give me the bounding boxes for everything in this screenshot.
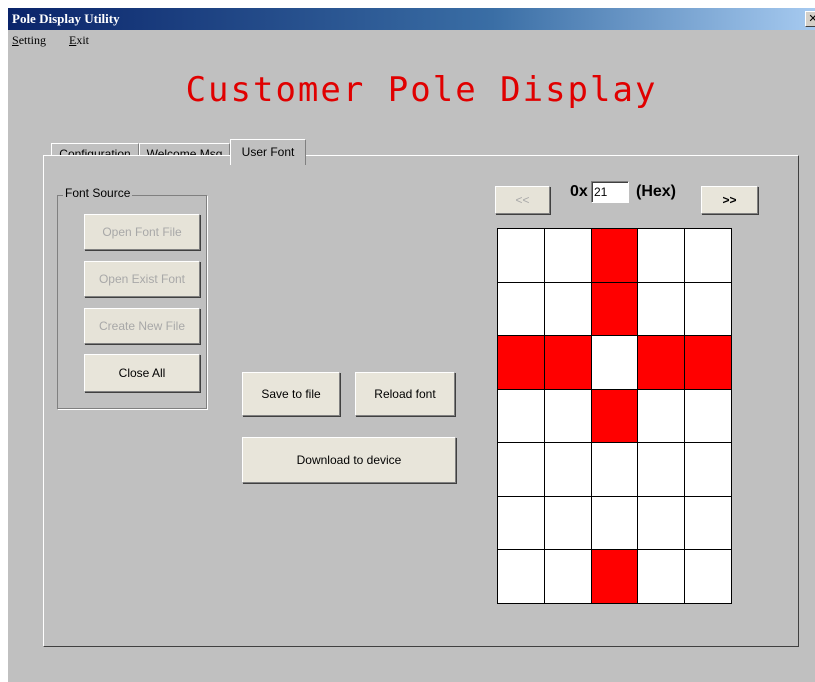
font-pixel-cell[interactable] bbox=[638, 389, 685, 443]
char-code-input[interactable] bbox=[591, 181, 629, 203]
font-pixel-cell[interactable] bbox=[685, 443, 731, 496]
menu-setting[interactable]: Setting bbox=[12, 33, 46, 48]
create-new-file-button[interactable]: Create New File bbox=[84, 308, 200, 344]
font-pixel-cell[interactable] bbox=[638, 443, 685, 496]
font-pixel-cell[interactable] bbox=[685, 282, 731, 336]
close-all-button[interactable]: Close All bbox=[84, 354, 200, 392]
font-pixel-cell[interactable] bbox=[638, 496, 685, 550]
font-pixel-cell[interactable] bbox=[638, 282, 685, 336]
font-pixel-cell[interactable] bbox=[591, 389, 638, 443]
open-font-file-button[interactable]: Open Font File bbox=[84, 214, 200, 250]
font-pixel-cell[interactable] bbox=[544, 282, 591, 336]
font-pixel-cell[interactable] bbox=[591, 550, 638, 603]
save-to-file-button[interactable]: Save to file bbox=[242, 372, 340, 416]
font-pixel-cell[interactable] bbox=[498, 443, 544, 496]
app-heading: Customer Pole Display bbox=[185, 70, 658, 110]
font-pixel-cell[interactable] bbox=[591, 496, 638, 550]
menu-setting-label: etting bbox=[18, 33, 47, 47]
title-bar[interactable]: Pole Display Utility ✕ bbox=[8, 8, 815, 30]
font-pixel-cell[interactable] bbox=[685, 336, 731, 389]
font-pixel-grid bbox=[497, 228, 732, 604]
font-pixel-cell[interactable] bbox=[638, 229, 685, 282]
menu-exit[interactable]: Exit bbox=[69, 33, 89, 48]
font-pixel-cell[interactable] bbox=[498, 389, 544, 443]
font-pixel-cell[interactable] bbox=[498, 550, 544, 603]
font-pixel-cell[interactable] bbox=[544, 229, 591, 282]
tab-user-font[interactable]: User Font bbox=[230, 139, 306, 165]
font-pixel-cell[interactable] bbox=[638, 336, 685, 389]
font-source-legend: Font Source bbox=[63, 186, 133, 200]
font-pixel-cell[interactable] bbox=[685, 229, 731, 282]
window-title: Pole Display Utility bbox=[12, 11, 120, 26]
font-pixel-cell[interactable] bbox=[544, 496, 591, 550]
font-pixel-cell[interactable] bbox=[544, 550, 591, 603]
font-pixel-cell[interactable] bbox=[498, 336, 544, 389]
font-pixel-cell[interactable] bbox=[498, 496, 544, 550]
font-pixel-cell[interactable] bbox=[498, 229, 544, 282]
next-char-button[interactable]: >> bbox=[701, 186, 758, 214]
font-pixel-cell[interactable] bbox=[685, 496, 731, 550]
menu-exit-label: xit bbox=[76, 33, 90, 47]
font-pixel-cell[interactable] bbox=[638, 550, 685, 603]
prev-char-button[interactable]: << bbox=[495, 186, 550, 214]
open-exist-font-button[interactable]: Open Exist Font bbox=[84, 261, 200, 297]
font-pixel-cell[interactable] bbox=[544, 389, 591, 443]
hex-suffix-label: (Hex) bbox=[636, 183, 677, 200]
font-pixel-cell[interactable] bbox=[591, 443, 638, 496]
font-pixel-cell[interactable] bbox=[498, 282, 544, 336]
font-pixel-cell[interactable] bbox=[591, 336, 638, 389]
font-pixel-cell[interactable] bbox=[591, 229, 638, 282]
download-to-device-button[interactable]: Download to device bbox=[242, 437, 456, 483]
menu-bar: Setting Exit bbox=[8, 30, 815, 50]
font-pixel-cell[interactable] bbox=[544, 443, 591, 496]
font-pixel-cell[interactable] bbox=[685, 550, 731, 603]
font-pixel-cell[interactable] bbox=[544, 336, 591, 389]
menu-setting-hotkey: S bbox=[12, 33, 19, 47]
font-pixel-cell[interactable] bbox=[685, 389, 731, 443]
font-pixel-cell[interactable] bbox=[591, 282, 638, 336]
close-icon[interactable]: ✕ bbox=[805, 11, 815, 27]
reload-font-button[interactable]: Reload font bbox=[355, 372, 455, 416]
hex-prefix-label: 0x bbox=[570, 183, 588, 200]
